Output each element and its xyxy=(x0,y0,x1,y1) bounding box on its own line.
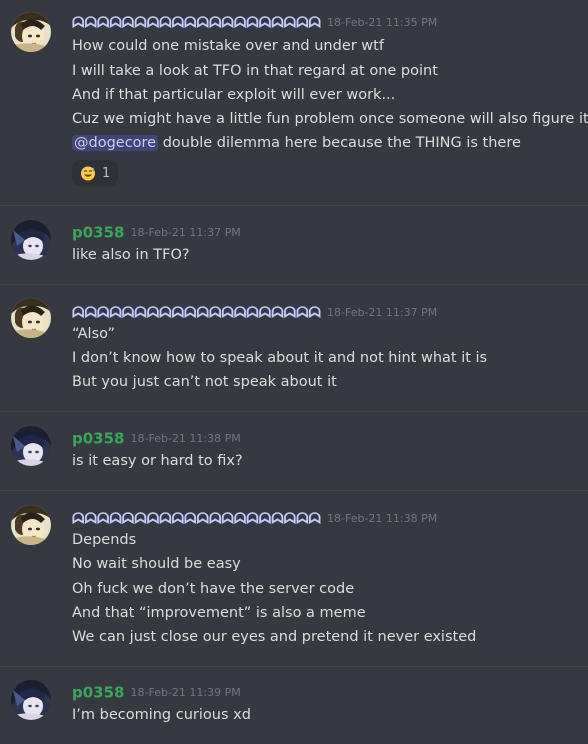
message-header: ᗣᗣᗣᗣᗣᗣᗣᗣᗣᗣᗣᗣᗣᗣᗣᗣᗣᗣᗣᗣ 18-Feb-21 11:37 PM xyxy=(72,302,437,322)
username[interactable]: p0358 xyxy=(72,684,125,702)
message-header: ᗣᗣᗣᗣᗣᗣᗣᗣᗣᗣᗣᗣᗣᗣᗣᗣᗣᗣᗣᗣ 18-Feb-21 11:35 PM xyxy=(72,12,437,32)
message-text: And if that particular exploit will ever… xyxy=(72,87,396,103)
username[interactable]: p0358 xyxy=(72,430,125,448)
message-text: No wait should be easy xyxy=(72,556,241,572)
username[interactable]: ᗣᗣᗣᗣᗣᗣᗣᗣᗣᗣᗣᗣᗣᗣᗣᗣᗣᗣᗣᗣ xyxy=(72,304,321,322)
user-mention[interactable]: @dogecore xyxy=(72,135,159,151)
message-text: like also in TFO? xyxy=(72,247,190,263)
message-divider xyxy=(0,411,588,412)
message-text: Cuz we might have a little fun problem o… xyxy=(72,111,588,127)
message-text: I’m becoming curious xd xyxy=(72,707,251,723)
avatar-anime-character-icon xyxy=(11,680,51,720)
message-divider xyxy=(0,490,588,491)
timestamp: 18-Feb-21 11:38 PM xyxy=(327,512,438,525)
reaction-count: 1 xyxy=(102,165,111,181)
timestamp: 18-Feb-21 11:38 PM xyxy=(130,432,241,445)
timestamp: 18-Feb-21 11:37 PM xyxy=(327,306,438,319)
avatar[interactable] xyxy=(11,12,51,52)
message-text: But you just can’t not speak about it xyxy=(72,374,337,390)
message-header: p0358 18-Feb-21 11:37 PM xyxy=(72,222,241,242)
message-text: I don’t know how to speak about it and n… xyxy=(72,350,488,366)
avatar-anime-character-icon xyxy=(11,505,51,545)
chat-log: ᗣᗣᗣᗣᗣᗣᗣᗣᗣᗣᗣᗣᗣᗣᗣᗣᗣᗣᗣᗣ 18-Feb-21 11:35 PM H… xyxy=(0,0,588,744)
message-text: double dilemma here because the THING is… xyxy=(158,135,521,151)
username[interactable]: p0358 xyxy=(72,224,125,242)
avatar[interactable] xyxy=(11,220,51,260)
avatar[interactable] xyxy=(11,426,51,466)
message-header: p0358 18-Feb-21 11:39 PM xyxy=(72,682,241,702)
username[interactable]: ᗣᗣᗣᗣᗣᗣᗣᗣᗣᗣᗣᗣᗣᗣᗣᗣᗣᗣᗣᗣ xyxy=(72,14,321,32)
avatar-anime-character-icon xyxy=(11,298,51,338)
reaction-button[interactable]: 1 xyxy=(72,160,118,186)
message-text: “Also” xyxy=(72,326,116,342)
timestamp: 18-Feb-21 11:37 PM xyxy=(130,226,241,239)
username[interactable]: ᗣᗣᗣᗣᗣᗣᗣᗣᗣᗣᗣᗣᗣᗣᗣᗣᗣᗣᗣᗣ xyxy=(72,510,321,528)
avatar-anime-character-icon xyxy=(11,12,51,52)
sweat-smile-icon xyxy=(81,166,95,181)
message-text: I will take a look at TFO in that regard… xyxy=(72,63,438,79)
avatar-anime-character-icon xyxy=(11,220,51,260)
message-divider xyxy=(0,666,588,667)
message-text: Depends xyxy=(72,532,137,548)
message-divider xyxy=(0,284,588,285)
timestamp: 18-Feb-21 11:35 PM xyxy=(327,16,438,29)
avatar[interactable] xyxy=(11,680,51,720)
message-text-with-mention: @dogecore double dilemma here because th… xyxy=(72,133,521,153)
message-text: And that “improvement” is also a meme xyxy=(72,605,366,621)
message-text: is it easy or hard to fix? xyxy=(72,453,243,469)
message-text: How could one mistake over and under wtf xyxy=(72,38,384,54)
message-divider xyxy=(0,205,588,206)
avatar[interactable] xyxy=(11,505,51,545)
avatar[interactable] xyxy=(11,298,51,338)
message-header: ᗣᗣᗣᗣᗣᗣᗣᗣᗣᗣᗣᗣᗣᗣᗣᗣᗣᗣᗣᗣ 18-Feb-21 11:38 PM xyxy=(72,508,437,528)
message-text: We can just close our eyes and pretend i… xyxy=(72,629,477,645)
avatar-anime-character-icon xyxy=(11,426,51,466)
timestamp: 18-Feb-21 11:39 PM xyxy=(130,686,241,699)
message-text: Oh fuck we don’t have the server code xyxy=(72,581,355,597)
message-header: p0358 18-Feb-21 11:38 PM xyxy=(72,428,241,448)
